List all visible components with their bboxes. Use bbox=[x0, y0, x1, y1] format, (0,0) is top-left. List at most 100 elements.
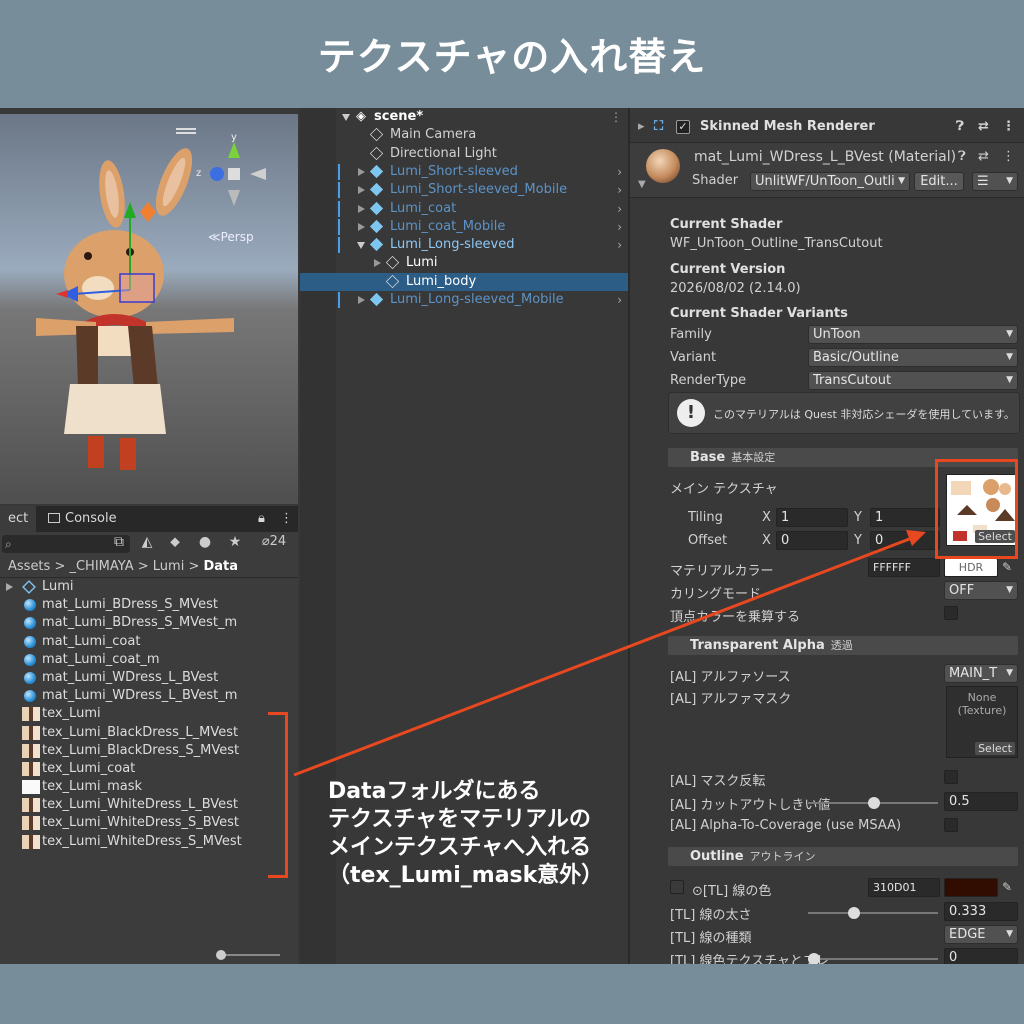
alpha-mask-select-button[interactable]: Select bbox=[975, 742, 1015, 755]
slider-handle[interactable] bbox=[216, 950, 226, 960]
chevron-right-icon[interactable]: › bbox=[617, 236, 622, 254]
warning-filter-icon[interactable]: ● bbox=[196, 534, 214, 554]
culling-mode-dropdown[interactable]: OFF bbox=[944, 581, 1018, 600]
chevron-right-icon[interactable]: › bbox=[617, 163, 622, 181]
chevron-right-icon[interactable]: › bbox=[617, 291, 622, 309]
tiling-y-field[interactable]: 1 bbox=[870, 508, 940, 527]
section-transparent-alpha[interactable]: Transparent Alpha 透過 bbox=[668, 636, 1018, 655]
alpha-source-dropdown[interactable]: MAIN_T bbox=[944, 664, 1018, 683]
material-menu-icon[interactable]: ⋮ bbox=[1002, 149, 1015, 164]
line-blend-slider-handle[interactable] bbox=[808, 953, 820, 964]
line-color-toggle[interactable] bbox=[670, 880, 684, 894]
eyedropper-icon[interactable]: ✎ bbox=[1002, 560, 1016, 574]
asset-item[interactable]: Lumi bbox=[0, 578, 298, 596]
expand-arrow-icon[interactable] bbox=[6, 583, 13, 591]
variant-dropdown[interactable]: Basic/Outline bbox=[808, 348, 1018, 367]
label-tag-icon[interactable]: ⬥ bbox=[166, 534, 184, 554]
breadcrumb-assets[interactable]: Assets bbox=[8, 559, 50, 574]
expand-arrow-icon[interactable] bbox=[358, 296, 365, 304]
cutout-threshold-slider[interactable] bbox=[808, 797, 938, 809]
asset-item[interactable]: mat_Lumi_coat bbox=[0, 633, 298, 651]
asset-item[interactable]: tex_Lumi bbox=[0, 705, 298, 723]
expand-arrow-icon[interactable] bbox=[358, 167, 365, 176]
persp-label[interactable]: ≪Persp bbox=[208, 230, 254, 244]
asset-item[interactable]: tex_Lumi_WhiteDress_L_BVest bbox=[0, 796, 298, 814]
alpha-mask-slot[interactable]: None (Texture) Select bbox=[946, 686, 1018, 758]
hierarchy-item[interactable]: Directional Light bbox=[300, 145, 628, 163]
line-blend-slider[interactable] bbox=[808, 953, 938, 964]
chevron-right-icon[interactable]: › bbox=[617, 218, 622, 236]
tiling-x-field[interactable]: 1 bbox=[776, 508, 848, 527]
asset-item[interactable]: tex_Lumi_BlackDress_S_MVest bbox=[0, 742, 298, 760]
line-eyedropper-icon[interactable]: ✎ bbox=[1002, 880, 1016, 894]
hierarchy-item[interactable]: Main Camera bbox=[300, 126, 628, 144]
foldout-arrow-icon[interactable]: ▸ bbox=[638, 116, 645, 138]
breadcrumb-data[interactable]: Data bbox=[203, 559, 238, 574]
asset-item[interactable]: mat_Lumi_WDress_L_BVest bbox=[0, 669, 298, 687]
asset-item[interactable]: tex_Lumi_coat bbox=[0, 760, 298, 778]
asset-item[interactable]: tex_Lumi_WhiteDress_S_BVest bbox=[0, 814, 298, 832]
scene-menu-icon[interactable]: ⋮ bbox=[610, 108, 622, 126]
hierarchy-item[interactable]: Lumi_Long-sleeved › bbox=[300, 236, 628, 254]
line-color-swatch[interactable] bbox=[944, 878, 998, 897]
asset-item[interactable]: tex_Lumi_WhiteDress_S_MVest bbox=[0, 833, 298, 851]
expand-arrow-icon[interactable] bbox=[358, 186, 365, 195]
preset-icon[interactable]: ⇄ bbox=[978, 116, 989, 138]
search-by-type-icon[interactable]: ⧉ bbox=[110, 534, 128, 554]
vertex-color-checkbox[interactable] bbox=[944, 606, 958, 620]
help-icon[interactable]: ❓︎ bbox=[956, 116, 964, 138]
hierarchy-item[interactable]: Lumi bbox=[300, 254, 628, 272]
scene-view[interactable]: y z ≪Persp bbox=[0, 114, 298, 504]
tab-console[interactable]: Console bbox=[40, 506, 125, 532]
hierarchy-item[interactable]: Lumi_coat_Mobile › bbox=[300, 218, 628, 236]
family-dropdown[interactable]: UnToon bbox=[808, 325, 1018, 344]
scene-root[interactable]: ◈ scene* ⋮ bbox=[300, 108, 628, 126]
section-outline[interactable]: Outline アウトライン bbox=[668, 847, 1018, 866]
expand-arrow-icon[interactable] bbox=[358, 204, 365, 213]
chevron-right-icon[interactable]: › bbox=[617, 181, 622, 199]
component-menu-icon[interactable]: ⋮ bbox=[1002, 116, 1015, 138]
line-width-slider[interactable] bbox=[808, 907, 938, 919]
collapse-arrow-icon[interactable] bbox=[357, 242, 365, 250]
cutout-threshold-field[interactable]: 0.5 bbox=[944, 792, 1018, 811]
line-color-hex-field[interactable]: 310D01 bbox=[868, 878, 940, 897]
breadcrumb-chimaya[interactable]: _CHIMAYA bbox=[69, 559, 133, 574]
collapse-arrow-icon[interactable] bbox=[342, 114, 350, 121]
material-color-swatch[interactable]: HDR bbox=[944, 558, 998, 577]
more-menu-icon[interactable]: ⋮ bbox=[272, 506, 301, 532]
asset-item[interactable]: mat_Lumi_WDress_L_BVest_m bbox=[0, 687, 298, 705]
breadcrumb-lumi[interactable]: Lumi bbox=[153, 559, 185, 574]
expand-arrow-icon[interactable] bbox=[358, 222, 365, 231]
material-foldout-icon[interactable]: ▼ bbox=[638, 179, 646, 190]
hierarchy-item[interactable]: Lumi_body bbox=[300, 272, 628, 291]
shader-options-dropdown[interactable]: ☰ bbox=[972, 172, 1018, 191]
line-width-slider-handle[interactable] bbox=[848, 907, 860, 919]
component-header[interactable]: ▸ ⛶ ✓ Skinned Mesh Renderer ❓︎ ⇄ ⋮ bbox=[630, 116, 1024, 138]
offset-y-field[interactable]: 0 bbox=[870, 531, 940, 550]
hidden-count-badge[interactable]: ⌀24 bbox=[254, 534, 294, 554]
icon-size-slider[interactable] bbox=[216, 950, 280, 960]
mask-invert-checkbox[interactable] bbox=[944, 770, 958, 784]
alpha-to-coverage-checkbox[interactable] bbox=[944, 818, 958, 832]
hierarchy-item[interactable]: Lumi_Long-sleeved_Mobile › bbox=[300, 291, 628, 309]
asset-item[interactable]: mat_Lumi_BDress_S_MVest bbox=[0, 596, 298, 614]
line-type-dropdown[interactable]: EDGE bbox=[944, 925, 1018, 944]
filter-type-icon[interactable]: ◭ bbox=[138, 534, 156, 554]
asset-item[interactable]: mat_Lumi_BDress_S_MVest_m bbox=[0, 614, 298, 632]
offset-x-field[interactable]: 0 bbox=[776, 531, 848, 550]
shader-dropdown[interactable]: UnlitWF/UnToon_Outli bbox=[750, 172, 910, 191]
rendertype-dropdown[interactable]: TransCutout bbox=[808, 371, 1018, 390]
hierarchy-item[interactable]: Lumi_coat › bbox=[300, 200, 628, 218]
tab-project[interactable]: ect bbox=[0, 506, 37, 532]
chevron-right-icon[interactable]: › bbox=[617, 200, 622, 218]
material-help-icon[interactable]: ❓︎ bbox=[958, 149, 966, 164]
cutout-slider-handle[interactable] bbox=[868, 797, 880, 809]
lock-icon[interactable]: 🔒︎ bbox=[250, 506, 273, 532]
asset-item[interactable]: tex_Lumi_mask bbox=[0, 778, 298, 796]
material-preset-icon[interactable]: ⇄ bbox=[978, 149, 989, 164]
hierarchy-item[interactable]: Lumi_Short-sleeved › bbox=[300, 163, 628, 181]
material-color-hex-field[interactable]: FFFFFF bbox=[868, 558, 940, 577]
asset-item[interactable]: tex_Lumi_BlackDress_L_MVest bbox=[0, 724, 298, 742]
hierarchy-item[interactable]: Lumi_Short-sleeved_Mobile › bbox=[300, 181, 628, 199]
line-width-field[interactable]: 0.333 bbox=[944, 902, 1018, 921]
